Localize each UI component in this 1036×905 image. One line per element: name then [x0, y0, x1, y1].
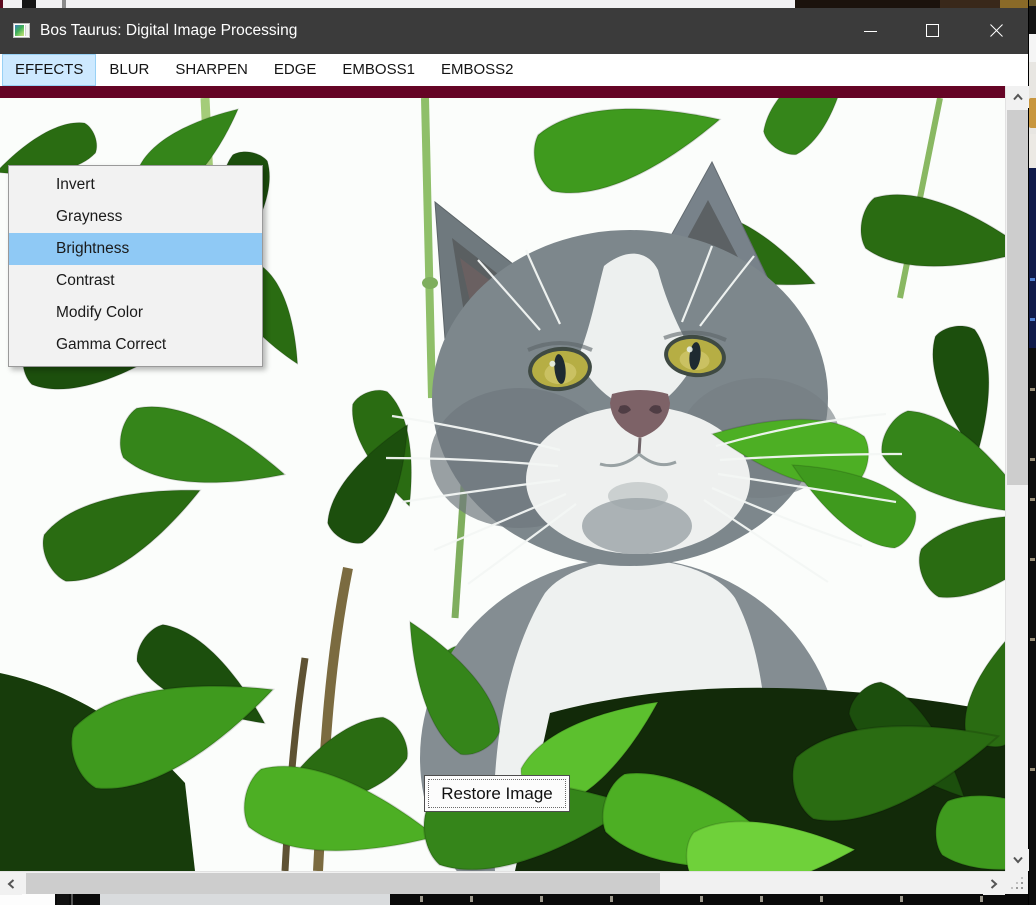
vertical-scrollbar[interactable]: [1005, 86, 1028, 871]
scroll-left-button[interactable]: [0, 872, 22, 895]
titlebar[interactable]: Bos Taurus: Digital Image Processing: [0, 8, 1028, 54]
background-bottom-strip: [0, 894, 1028, 905]
background-right-strip: [1028, 0, 1036, 905]
menu-item-invert[interactable]: Invert: [9, 169, 262, 201]
menu-item-contrast[interactable]: Contrast: [9, 265, 262, 297]
menubar: EFFECTS BLUR SHARPEN EDGE EMBOSS1 EMBOSS…: [0, 54, 1028, 86]
menu-emboss2[interactable]: EMBOSS2: [428, 54, 527, 86]
effects-dropdown-menu: Invert Grayness Brightness Contrast Modi…: [8, 165, 263, 367]
close-button[interactable]: [973, 8, 1018, 54]
maximize-button[interactable]: [910, 8, 955, 54]
horizontal-scrollbar[interactable]: [0, 871, 1005, 894]
scroll-down-button[interactable]: [1006, 849, 1029, 871]
menu-item-gamma-correct[interactable]: Gamma Correct: [9, 329, 262, 361]
app-icon: [13, 23, 30, 38]
menu-item-grayness[interactable]: Grayness: [9, 201, 262, 233]
horizontal-scroll-thumb[interactable]: [26, 873, 660, 894]
chevron-left-icon: [7, 878, 15, 890]
background-top-strip: [0, 0, 1036, 8]
menu-sharpen[interactable]: SHARPEN: [162, 54, 261, 86]
image-top-band: [0, 86, 1005, 98]
client-area: Restore Image Invert Grayness Brightness…: [0, 86, 1028, 894]
menu-edge[interactable]: EDGE: [261, 54, 330, 86]
window-controls: [847, 8, 1018, 54]
minimize-button[interactable]: [847, 8, 892, 54]
menu-blur[interactable]: BLUR: [96, 54, 162, 86]
menu-item-brightness[interactable]: Brightness: [9, 233, 262, 265]
scroll-up-button[interactable]: [1006, 86, 1029, 108]
chevron-down-icon: [1012, 856, 1024, 864]
chevron-right-icon: [990, 878, 998, 890]
app-window: Bos Taurus: Digital Image Processing EFF…: [0, 8, 1028, 894]
window-title: Bos Taurus: Digital Image Processing: [40, 8, 297, 54]
scroll-right-button[interactable]: [983, 872, 1005, 895]
maximize-icon: [926, 24, 939, 37]
vertical-scroll-thumb[interactable]: [1007, 110, 1028, 485]
restore-image-button[interactable]: Restore Image: [424, 775, 570, 812]
minimize-icon: [864, 31, 877, 32]
menu-effects[interactable]: EFFECTS: [2, 54, 96, 86]
scrollbar-corner: [1005, 871, 1028, 894]
resize-grip-icon[interactable]: [1021, 887, 1023, 889]
menu-item-modify-color[interactable]: Modify Color: [9, 297, 262, 329]
restore-image-label: Restore Image: [441, 784, 553, 804]
background-gold-button: [1029, 98, 1036, 128]
chevron-up-icon: [1012, 93, 1024, 101]
menu-emboss1[interactable]: EMBOSS1: [329, 54, 428, 86]
